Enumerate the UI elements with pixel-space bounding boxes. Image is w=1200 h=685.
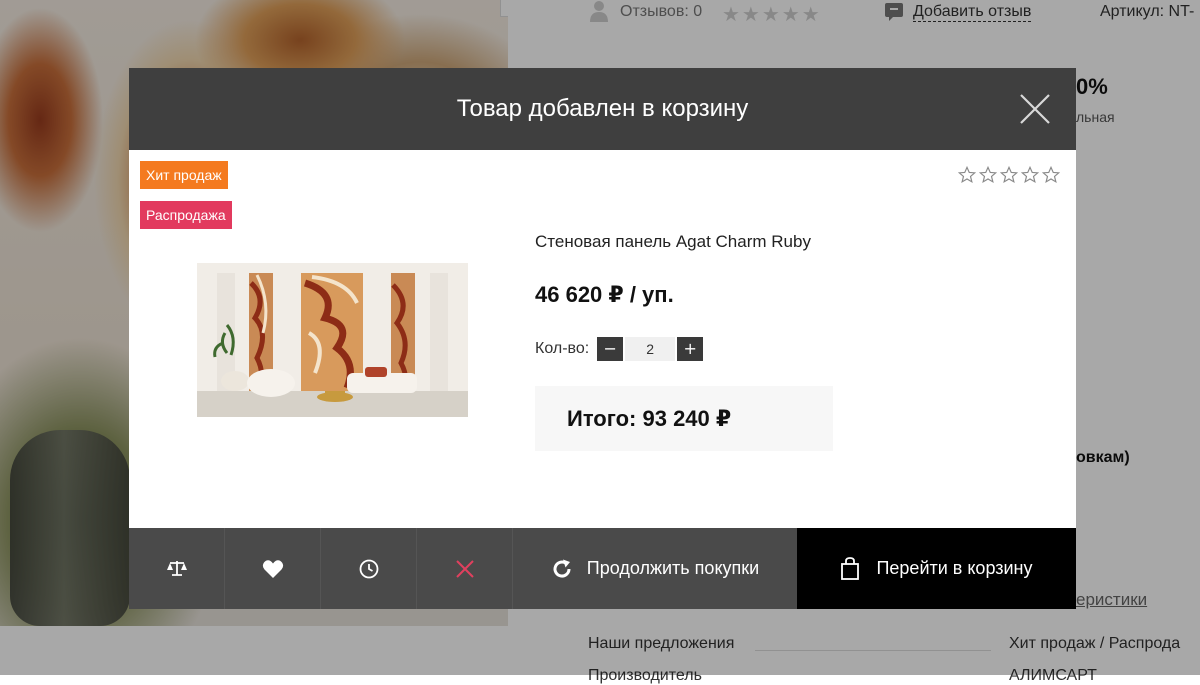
badge-sale: Распродажа: [140, 201, 232, 229]
recently-viewed-button[interactable]: [321, 528, 417, 609]
product-price: 46 620 ₽ / уп.: [535, 282, 674, 307]
quantity-decrease-button[interactable]: −: [597, 337, 624, 361]
shopping-bag-icon: [841, 556, 860, 580]
favorite-button[interactable]: [225, 528, 321, 609]
go-to-cart-label: Перейти в корзину: [876, 558, 1033, 578]
compare-button[interactable]: [129, 528, 225, 609]
quantity-input[interactable]: [625, 337, 676, 361]
quantity-label: Кол-во:: [535, 340, 590, 357]
modal-body: Хит продаж Распродажа Стеновая панель Ag…: [129, 150, 1076, 528]
star-icon: [1000, 166, 1018, 184]
star-icon: [958, 166, 976, 184]
remove-icon: [455, 559, 474, 578]
modal-footer: Продолжить покупки Перейти в корзину: [129, 528, 1076, 609]
quantity-row: Кол-во: − +: [535, 337, 704, 361]
quantity-increase-button[interactable]: +: [677, 337, 704, 361]
star-icon: [979, 166, 997, 184]
modal-title: Товар добавлен в корзину: [456, 95, 749, 122]
star-icon: [1021, 166, 1039, 184]
rating-stars: [958, 166, 1060, 184]
total-box: Итого: 93 240 ₽: [535, 386, 833, 451]
remove-from-cart-button[interactable]: [417, 528, 513, 609]
star-icon: [1042, 166, 1060, 184]
continue-shopping-button[interactable]: Продолжить покупки: [513, 528, 797, 609]
clock-icon: [359, 559, 378, 578]
modal-header: Товар добавлен в корзину: [129, 68, 1076, 150]
added-to-cart-modal: Товар добавлен в корзину Хит продаж Расп…: [129, 68, 1076, 609]
continue-shopping-label: Продолжить покупки: [586, 558, 760, 578]
refresh-icon: [553, 559, 571, 578]
badge-bestseller: Хит продаж: [140, 161, 228, 189]
total-amount: Итого: 93 240 ₽: [567, 405, 732, 431]
close-icon[interactable]: [1018, 92, 1052, 126]
compare-icon: [166, 560, 187, 576]
product-image[interactable]: [197, 263, 468, 417]
heart-icon: [262, 559, 283, 578]
product-interior-photo: [197, 263, 468, 417]
go-to-cart-button[interactable]: Перейти в корзину: [797, 528, 1076, 609]
product-title[interactable]: Стеновая панель Agat Charm Ruby: [535, 232, 811, 252]
